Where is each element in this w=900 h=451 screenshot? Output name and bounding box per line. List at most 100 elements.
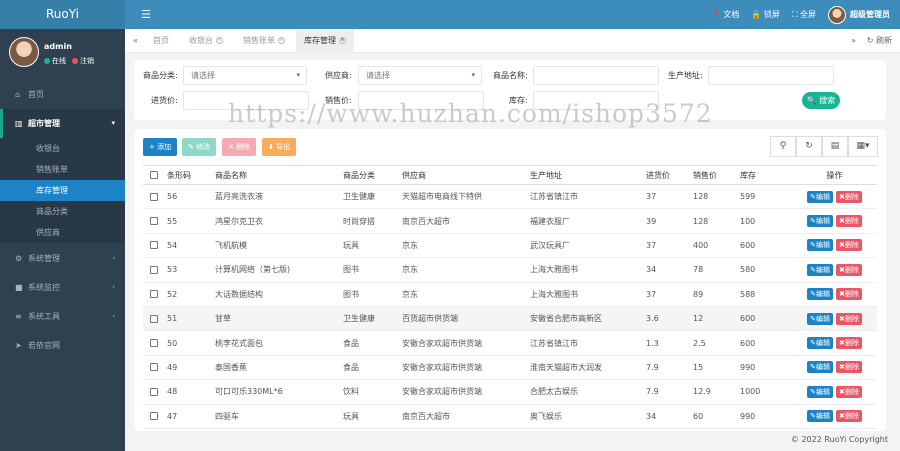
row-edit-button[interactable]: ✎编辑 <box>807 239 833 252</box>
edit-button[interactable]: ✎ 修改 <box>182 138 217 156</box>
cell-supplier: 天猫超市电商线下特供 <box>402 184 530 210</box>
cell-buy-price: 34 <box>646 404 693 429</box>
nav-supplier[interactable]: 供应商 <box>0 222 125 243</box>
row-delete-button[interactable]: ✖删除 <box>836 215 862 228</box>
table-row[interactable]: 54 飞机航模 玩具 京东 武汉玩具厂 37 400 600 ✎编辑 ✖删除 <box>143 233 877 259</box>
row-delete-button[interactable]: ✖删除 <box>836 239 862 252</box>
toggle-view-button[interactable]: ▤ <box>822 136 848 157</box>
row-delete-button[interactable]: ✖删除 <box>836 312 862 325</box>
table-row[interactable]: 55 鸿星尔克卫衣 时尚穿搭 南京百大超市 福建衣服厂 39 128 100 ✎编辑 ✖删除 <box>143 208 877 234</box>
row-edit-button[interactable]: ✎编辑 <box>807 337 833 350</box>
tab-stock[interactable]: 库存管理 × <box>296 29 354 53</box>
row-delete-button[interactable]: ✖删除 <box>836 288 862 301</box>
table-row[interactable]: 52 大话数据结构 图书 京东 上海大雅图书 37 89 588 ✎编辑 ✖删除 <box>143 282 877 307</box>
cell-stock: 990 <box>740 355 792 381</box>
row-checkbox[interactable] <box>150 363 158 372</box>
category-label: 商品分类: <box>143 71 178 80</box>
cell-name: 可口可乐330ML*6 <box>215 379 343 405</box>
row-delete-button[interactable]: ✖删除 <box>836 190 862 203</box>
row-checkbox[interactable] <box>150 387 158 396</box>
brand-logo[interactable]: RuoYi <box>0 0 125 29</box>
close-icon[interactable]: × <box>216 37 223 44</box>
search-button[interactable]: 🔍 搜索 <box>802 92 840 109</box>
select-all-checkbox[interactable] <box>150 171 158 179</box>
row-delete-button[interactable]: ✖删除 <box>836 337 862 350</box>
tab-sales[interactable]: 销售账单 × <box>235 29 293 53</box>
row-checkbox[interactable] <box>150 192 158 201</box>
nav-cashier[interactable]: 收银台 <box>0 138 125 159</box>
table-row[interactable]: 53 计算机网络（第七版) 图书 京东 上海大雅图书 34 78 580 ✎编辑 ✖删除 <box>143 257 877 283</box>
close-icon[interactable]: × <box>278 37 285 44</box>
nav-site[interactable]: ➤ 若依官网 <box>0 331 125 360</box>
toggle-search-button[interactable]: ⚲ <box>770 136 796 157</box>
tab-home[interactable]: 首页 <box>145 29 177 53</box>
tab-cashier[interactable]: 收银台 × <box>181 29 231 53</box>
docs-link[interactable]: ❓ 文档 <box>711 9 740 20</box>
export-button[interactable]: ⬇ 导出 <box>262 138 297 156</box>
row-delete-button[interactable]: ✖删除 <box>836 410 862 423</box>
nav-market[interactable]: ▥ 超市管理 ▾ <box>0 109 125 138</box>
row-delete-button[interactable]: ✖删除 <box>836 263 862 276</box>
row-edit-button[interactable]: ✎编辑 <box>807 263 833 276</box>
menu-toggle-icon[interactable]: ☰ <box>141 8 151 21</box>
nav-tools[interactable]: ≡ 系统工具 ‹ <box>0 302 125 331</box>
user-menu[interactable]: 超级管理员 <box>828 5 890 24</box>
row-edit-button[interactable]: ✎编辑 <box>807 361 833 374</box>
row-checkbox[interactable] <box>150 217 158 226</box>
row-edit-button[interactable]: ✎编辑 <box>807 312 833 325</box>
table-row[interactable]: 48 可口可乐330ML*6 饮料 安徽合家欢超市供货端 合肥太古娱乐 7.9 12.9 10… <box>143 379 877 405</box>
add-button[interactable]: + 添加 <box>143 138 178 156</box>
nav-monitor[interactable]: ■ 系统监控 ‹ <box>0 273 125 302</box>
row-delete-button[interactable]: ✖删除 <box>836 385 862 398</box>
nav-system[interactable]: ⚙ 系统管理 ‹ <box>0 244 125 273</box>
chevron-left-icon: ‹ <box>112 312 115 320</box>
origin-input[interactable] <box>708 66 834 85</box>
cell-supplier: 安徽合家欢超市供货端 <box>402 330 530 356</box>
row-edit-button[interactable]: ✎编辑 <box>807 190 833 203</box>
supplier-select[interactable]: 请选择 ▾ <box>358 66 482 85</box>
nav-stock[interactable]: 库存管理 <box>0 180 125 201</box>
table-row[interactable]: 47 四驱车 玩具 南京百大超市 奥飞娱乐 34 60 990 ✎编辑 ✖删除 <box>143 404 877 429</box>
top-navbar: ☰ ❓ 文档 🔒 锁屏 ⛶ 全屏 超级管理员 <box>125 0 900 29</box>
tabs-scroll-left-icon[interactable]: « <box>125 29 146 53</box>
fullscreen-link[interactable]: ⛶ 全屏 <box>792 9 816 20</box>
row-edit-button[interactable]: ✎编辑 <box>807 410 833 423</box>
row-checkbox[interactable] <box>150 339 158 348</box>
col-category: 商品分类 <box>343 165 402 185</box>
table-row[interactable]: 56 蓝月亮洗衣液 卫生健康 天猫超市电商线下特供 江苏省镇江市 37 128 599 ✎编辑 ✖… <box>143 184 877 210</box>
cell-barcode: 49 <box>167 355 215 381</box>
columns-button[interactable]: ▦▾ <box>848 136 878 157</box>
table-row[interactable]: 50 桃李花式面包 食品 安徽合家欢超市供货端 江苏省镇江市 1.3 2.5 600 ✎编辑 ✖删… <box>143 330 877 356</box>
nav-category[interactable]: 商品分类 <box>0 201 125 222</box>
close-icon[interactable]: × <box>339 37 346 44</box>
refresh-button[interactable]: ↻ <box>796 136 822 157</box>
delete-button[interactable]: ✕ 删除 <box>222 138 257 156</box>
name-input[interactable] <box>533 66 659 85</box>
table-row[interactable]: 51 甘草 卫生健康 百货超市供货端 安徽省合肥市高新区 3.6 12 600 ✎编辑 ✖删除 <box>143 306 877 332</box>
nav-sales[interactable]: 销售账单 <box>0 159 125 180</box>
table-row[interactable]: 49 泰国香蕉 食品 安徽合家欢超市供货端 淮南天猫超市大润发 7.9 15 990 ✎编辑 ✖删… <box>143 355 877 381</box>
row-edit-button[interactable]: ✎编辑 <box>807 288 833 301</box>
row-checkbox[interactable] <box>150 412 158 421</box>
cell-category: 卫生健康 <box>343 306 402 332</box>
row-checkbox[interactable] <box>150 314 158 323</box>
refresh-tab-button[interactable]: ↻ 刷新 <box>859 29 900 53</box>
home-icon: ⌂ <box>15 90 21 99</box>
online-status: 在线 <box>44 56 66 66</box>
row-checkbox[interactable] <box>150 290 158 299</box>
nav-home[interactable]: ⌂ 首页 <box>0 80 125 109</box>
row-checkbox[interactable] <box>150 241 158 250</box>
cell-name: 大话数据结构 <box>215 282 343 307</box>
inventory-table: 条形码 商品名称 商品分类 供应商 生产地址 进货价 销售价 库存 操作 56 蓝… <box>143 165 877 429</box>
lock-screen-link[interactable]: 🔒 锁屏 <box>751 9 780 20</box>
category-select[interactable]: 请选择 ▾ <box>183 66 307 85</box>
lock-icon: 🔒 <box>751 10 762 19</box>
row-edit-button[interactable]: ✎编辑 <box>807 215 833 228</box>
avatar[interactable] <box>9 37 39 67</box>
row-checkbox[interactable] <box>150 265 158 274</box>
cell-supplier: 京东 <box>402 233 530 259</box>
side-nav: ⌂ 首页 ▥ 超市管理 ▾ 收银台 销售账单 库存管理 商品分类 供应商 ⚙ 系统管理 ‹… <box>0 80 125 360</box>
logout-link[interactable]: 注销 <box>72 56 94 66</box>
row-delete-button[interactable]: ✖删除 <box>836 361 862 374</box>
row-edit-button[interactable]: ✎编辑 <box>807 385 833 398</box>
